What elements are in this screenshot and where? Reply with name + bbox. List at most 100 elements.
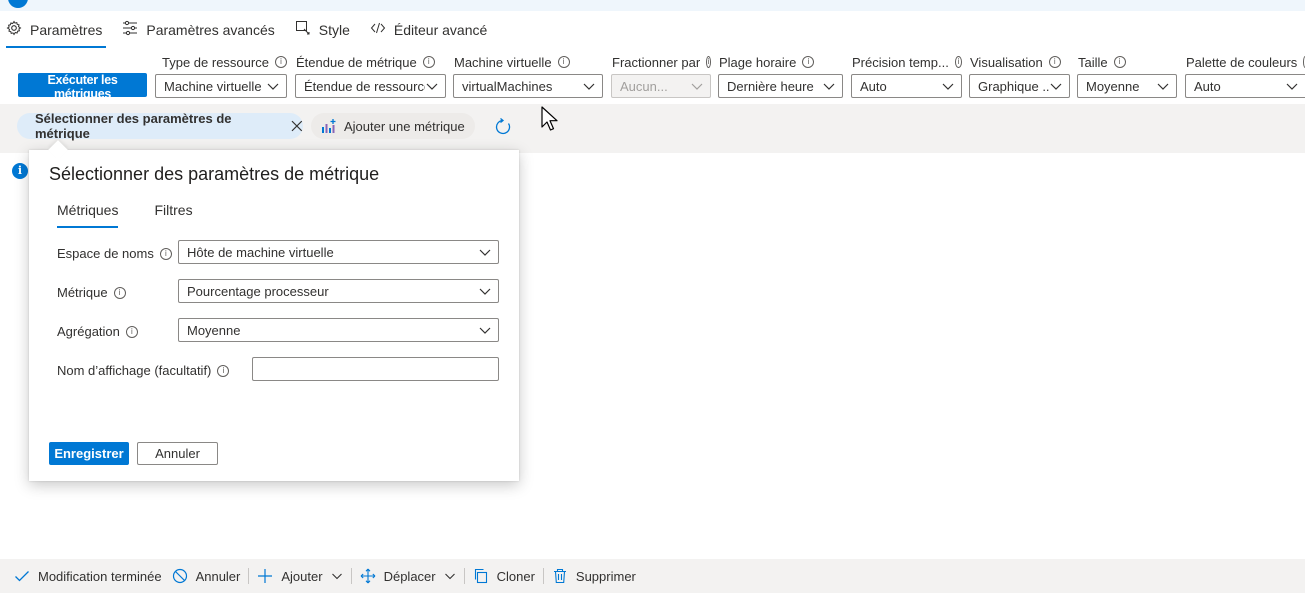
tab-bar: Paramètres Paramètres avancés Style Édit… bbox=[0, 11, 1305, 49]
top-strip bbox=[0, 0, 1305, 11]
chevron-down-icon bbox=[331, 573, 342, 580]
display-name-row: Nom d’affichage (facultatif) i bbox=[57, 363, 230, 378]
gear-icon bbox=[6, 20, 22, 40]
add-metric-button[interactable]: Ajouter une métrique bbox=[311, 113, 475, 139]
info-icon[interactable]: i bbox=[1048, 56, 1061, 68]
time-range-select[interactable]: Dernière heure bbox=[718, 74, 843, 98]
chevron-down-icon bbox=[426, 83, 438, 90]
info-icon[interactable]: i bbox=[422, 56, 435, 68]
tab-label: Paramètres bbox=[30, 22, 103, 38]
tab-editeur-avance[interactable]: Éditeur avancé bbox=[360, 12, 497, 48]
info-icon[interactable]: i bbox=[159, 247, 172, 260]
info-icon[interactable]: i bbox=[802, 56, 815, 68]
info-icon[interactable]: i bbox=[274, 56, 287, 68]
resource-type-field: Type de ressource i Machine virtuelle bbox=[155, 53, 287, 98]
info-icon[interactable]: i bbox=[954, 56, 962, 68]
tab-metriques[interactable]: Métriques bbox=[49, 202, 126, 228]
tab-style[interactable]: Style bbox=[285, 12, 360, 48]
plus-icon bbox=[258, 569, 273, 583]
tab-filtres[interactable]: Filtres bbox=[146, 202, 200, 228]
status-circle-icon bbox=[8, 0, 28, 8]
tab-label: Style bbox=[318, 22, 350, 38]
chevron-down-icon bbox=[267, 83, 279, 90]
info-icon[interactable]: i bbox=[706, 56, 711, 68]
visualization-select[interactable]: Graphique ... bbox=[969, 74, 1070, 98]
bottom-command-bar: Modification terminée Annuler Ajouter Dé… bbox=[0, 559, 1305, 593]
field-label: Taille bbox=[1078, 54, 1108, 70]
add-metric-label: Ajouter une métrique bbox=[344, 118, 465, 134]
delete-button[interactable]: Supprimer bbox=[544, 564, 644, 588]
field-label: Machine virtuelle bbox=[454, 54, 552, 70]
info-icon[interactable]: i bbox=[1113, 56, 1126, 68]
info-icon[interactable]: i bbox=[557, 56, 570, 68]
field-label: Fractionner par bbox=[612, 54, 701, 70]
selected-metric-label: Sélectionner des paramètres de métrique bbox=[35, 111, 232, 141]
display-name-input[interactable] bbox=[252, 357, 499, 381]
chevron-down-icon bbox=[823, 83, 835, 90]
field-label: Plage horaire bbox=[719, 54, 797, 70]
field-label: Type de ressource bbox=[162, 54, 269, 70]
resource-type-select[interactable]: Machine virtuelle bbox=[155, 74, 287, 98]
virtual-machine-field: Machine virtuelle i virtualMachines bbox=[453, 53, 603, 98]
field-label: Étendue de métrique bbox=[296, 54, 417, 70]
metric-select[interactable]: Pourcentage processeur bbox=[178, 279, 499, 303]
size-select[interactable]: Moyenne bbox=[1077, 74, 1177, 98]
save-button[interactable]: Enregistrer bbox=[49, 442, 129, 465]
namespace-row: Espace de noms i bbox=[57, 246, 172, 261]
run-metrics-button[interactable]: Exécuter les métriques bbox=[18, 73, 147, 101]
tab-label: Éditeur avancé bbox=[393, 22, 488, 38]
time-granularity-select[interactable]: Auto bbox=[851, 74, 962, 98]
sliders-icon bbox=[122, 20, 138, 40]
field-label: Visualisation bbox=[970, 54, 1043, 70]
chevron-down-icon bbox=[583, 83, 595, 90]
info-icon[interactable]: i bbox=[113, 286, 126, 299]
color-palette-field: Palette de couleursi Auto bbox=[1185, 53, 1305, 98]
color-palette-select[interactable]: Auto bbox=[1185, 74, 1305, 98]
tab-label: Paramètres avancés bbox=[146, 22, 275, 38]
split-by-field: Fractionner par i Aucun... bbox=[611, 53, 711, 98]
info-icon[interactable]: i bbox=[125, 325, 138, 338]
parameters-toolbar: Exécuter les métriques Type de ressource… bbox=[0, 50, 1305, 101]
aggregation-select[interactable]: Moyenne bbox=[178, 318, 499, 342]
done-editing-button[interactable]: Modification terminée bbox=[6, 564, 170, 588]
trash-icon bbox=[553, 568, 566, 584]
chevron-down-icon bbox=[691, 83, 703, 90]
metric-label: Métrique bbox=[57, 285, 108, 300]
code-icon bbox=[370, 20, 386, 40]
chevron-down-icon bbox=[444, 573, 455, 580]
aggregation-row: Agrégation i bbox=[57, 324, 138, 339]
cancel-button[interactable]: Annuler bbox=[137, 442, 218, 465]
metric-scope-select[interactable]: Étendue de ressource bbox=[295, 74, 446, 98]
size-field: Taille i Moyenne bbox=[1077, 53, 1177, 98]
chevron-down-icon bbox=[1286, 83, 1298, 90]
metric-row: Métrique i bbox=[57, 285, 126, 300]
discard-button[interactable]: Annuler bbox=[170, 564, 249, 588]
visualization-field: Visualisation i Graphique ... bbox=[969, 53, 1070, 98]
move-icon bbox=[360, 568, 375, 584]
style-icon bbox=[295, 20, 311, 40]
info-icon: i bbox=[12, 163, 28, 179]
copy-icon bbox=[474, 568, 487, 584]
info-icon[interactable]: i bbox=[217, 364, 230, 377]
close-icon[interactable] bbox=[291, 120, 303, 132]
display-name-label: Nom d’affichage (facultatif) bbox=[57, 363, 212, 378]
add-chart-icon bbox=[322, 119, 336, 133]
virtual-machine-select[interactable]: virtualMachines bbox=[453, 74, 603, 98]
field-label: Précision temp... bbox=[852, 54, 949, 70]
mouse-cursor-icon bbox=[541, 106, 558, 131]
cancel-circle-icon bbox=[172, 568, 187, 584]
chevron-down-icon bbox=[479, 249, 491, 256]
selected-metric-pill[interactable]: Sélectionner des paramètres de métrique bbox=[17, 111, 303, 141]
tab-parametres[interactable]: Paramètres bbox=[0, 12, 112, 48]
move-button[interactable]: Déplacer bbox=[352, 564, 464, 588]
time-range-field: Plage horaire i Dernière heure bbox=[718, 53, 843, 98]
clone-button[interactable]: Cloner bbox=[465, 564, 543, 588]
chevron-down-icon bbox=[479, 288, 491, 295]
metric-scope-field: Étendue de métrique i Étendue de ressourc… bbox=[295, 53, 446, 98]
namespace-select[interactable]: Hôte de machine virtuelle bbox=[178, 240, 499, 264]
metric-settings-dialog: Sélectionner des paramètres de métrique … bbox=[29, 140, 519, 481]
chevron-down-icon bbox=[942, 83, 954, 90]
add-button[interactable]: Ajouter bbox=[249, 564, 350, 588]
refresh-icon[interactable] bbox=[493, 117, 513, 137]
tab-parametres-avances[interactable]: Paramètres avancés bbox=[112, 12, 284, 48]
